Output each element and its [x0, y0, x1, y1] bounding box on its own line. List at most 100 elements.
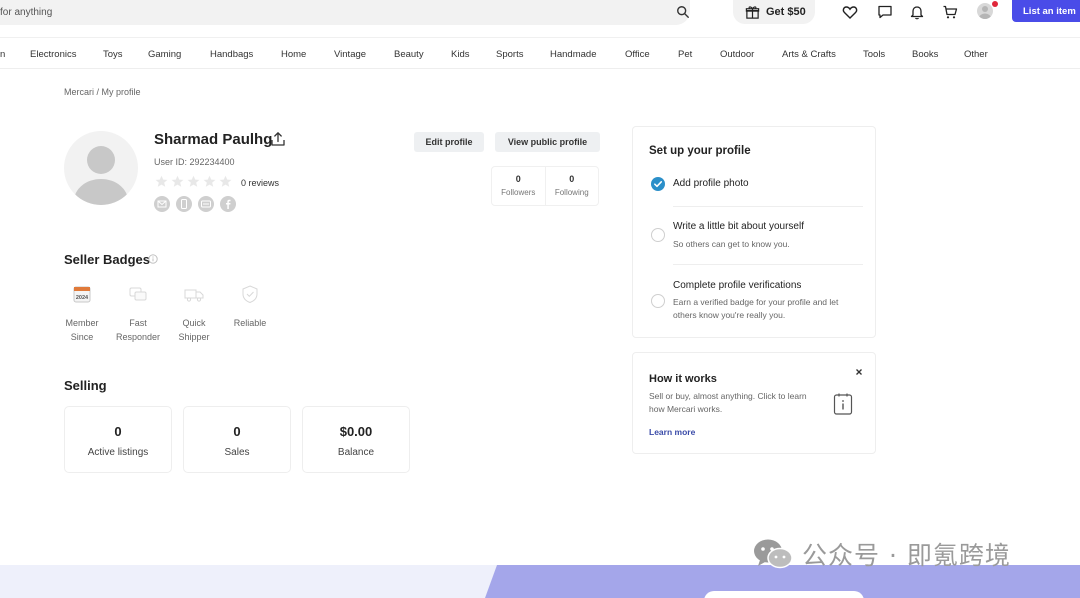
- stat-active-listings[interactable]: 0 Active listings: [64, 406, 172, 473]
- category-link[interactable]: n: [0, 49, 5, 60]
- badge-fast-responder[interactable]: Fast Responder: [110, 283, 166, 344]
- list-item-button[interactable]: List an item: [1012, 0, 1080, 22]
- category-link[interactable]: Sports: [496, 49, 523, 60]
- following-label: Following: [554, 188, 589, 197]
- facebook-verify-icon: [220, 196, 236, 212]
- category-link[interactable]: Outdoor: [720, 49, 754, 60]
- seller-badges-title: Seller Badges: [64, 252, 150, 267]
- how-desc: Sell or buy, almost anything. Click to l…: [649, 391, 807, 414]
- badge-label: Member Since: [65, 318, 99, 342]
- stat-sales[interactable]: 0 Sales: [183, 406, 291, 473]
- task-check-empty[interactable]: [651, 228, 665, 242]
- category-link[interactable]: Arts & Crafts: [782, 49, 836, 60]
- reviews-count[interactable]: 0 reviews: [241, 178, 279, 188]
- footer-pill-button[interactable]: [704, 591, 864, 598]
- badge-label: Fast Responder: [115, 318, 161, 342]
- calendar-year-text: 2024: [76, 295, 89, 301]
- user-id: User ID: 292234400: [154, 157, 235, 167]
- category-link[interactable]: Handbags: [210, 49, 253, 60]
- category-link[interactable]: Electronics: [30, 49, 76, 60]
- divider: [673, 206, 863, 207]
- badge-label: Reliable: [233, 318, 267, 328]
- category-link[interactable]: Pet: [678, 49, 692, 60]
- category-link[interactable]: Books: [912, 49, 938, 60]
- task-check-empty[interactable]: [651, 294, 665, 308]
- following-count: 0: [569, 174, 575, 184]
- email-verify-icon: [154, 196, 170, 212]
- search-icon[interactable]: [676, 5, 690, 19]
- category-link[interactable]: Kids: [451, 49, 469, 60]
- close-icon[interactable]: [854, 367, 864, 377]
- badge-member-since[interactable]: 2024 Member Since: [54, 283, 110, 344]
- category-link[interactable]: Tools: [863, 49, 885, 60]
- task-check-done: [651, 177, 665, 191]
- task-verifications[interactable]: Complete profile verifications: [673, 280, 801, 291]
- edit-profile-button[interactable]: Edit profile: [414, 132, 484, 152]
- learn-more-link[interactable]: Learn more: [649, 427, 695, 437]
- category-link[interactable]: Home: [281, 49, 306, 60]
- verification-icons: [154, 196, 236, 212]
- stat-value: $0.00: [339, 424, 373, 439]
- stat-balance[interactable]: $0.00 Balance: [302, 406, 410, 473]
- task-desc: So others can get to know you.: [673, 239, 790, 249]
- how-it-works-card: How it works Sell or buy, almost anythin…: [632, 352, 876, 454]
- promo-label: Get $50: [766, 6, 806, 18]
- category-link[interactable]: Other: [964, 49, 988, 60]
- breadcrumb[interactable]: Mercari / My profile: [64, 87, 141, 97]
- category-link[interactable]: Toys: [103, 49, 123, 60]
- category-link[interactable]: Handmade: [550, 49, 596, 60]
- category-link[interactable]: Office: [625, 49, 650, 60]
- category-link[interactable]: Vintage: [334, 49, 366, 60]
- followers-count: 0: [515, 174, 521, 184]
- avatar[interactable]: [977, 3, 993, 19]
- stat-label: Balance: [337, 447, 375, 458]
- how-title: How it works: [649, 373, 717, 385]
- wechat-icon: [754, 539, 793, 569]
- heart-icon[interactable]: [842, 4, 858, 20]
- stat-label: Active listings: [87, 447, 149, 458]
- task-desc: Earn a verified badge for your profile a…: [673, 297, 839, 320]
- info-box-icon: [833, 393, 853, 415]
- category-link[interactable]: Gaming: [148, 49, 181, 60]
- star-icon: [155, 175, 168, 187]
- gift-icon: [745, 5, 760, 19]
- cart-icon[interactable]: [942, 4, 958, 20]
- badge-quick-shipper[interactable]: Quick Shipper: [166, 283, 222, 344]
- stat-value: 0: [233, 424, 241, 439]
- check-icon: [654, 181, 663, 188]
- task-add-photo[interactable]: Add profile photo: [673, 178, 749, 189]
- category-nav: n Electronics Toys Gaming Handbags Home …: [0, 37, 1080, 69]
- follow-stats: 0 Followers 0 Following: [491, 166, 599, 206]
- top-header: Get $50 List an item: [0, 0, 1080, 34]
- view-public-profile-button[interactable]: View public profile: [495, 132, 600, 152]
- rating-stars: [155, 175, 232, 188]
- chat-bubbles-icon: [129, 287, 147, 301]
- chat-icon[interactable]: [877, 4, 893, 20]
- category-link[interactable]: Beauty: [394, 49, 424, 60]
- truck-icon: [184, 289, 204, 302]
- badge-reliable[interactable]: Reliable: [222, 283, 278, 330]
- search-input[interactable]: [0, 7, 630, 18]
- followers-label: Followers: [501, 188, 536, 197]
- task-write-about[interactable]: Write a little bit about yourself: [673, 221, 804, 232]
- shield-icon: [242, 285, 258, 304]
- selling-title: Selling: [64, 378, 107, 393]
- star-icon: [187, 175, 200, 187]
- followers-stat[interactable]: 0 Followers: [492, 167, 545, 205]
- watermark: 公众号 · 即氪跨境: [752, 536, 1011, 572]
- person-placeholder-icon: [74, 146, 128, 205]
- stat-label: Sales: [224, 447, 250, 458]
- share-icon[interactable]: [270, 131, 286, 147]
- promo-button[interactable]: Get $50: [733, 0, 815, 24]
- info-icon[interactable]: [148, 254, 158, 264]
- bell-icon[interactable]: [909, 4, 925, 20]
- calendar-icon: 2024: [73, 286, 91, 303]
- avatar-person-icon: [979, 6, 991, 19]
- profile-avatar[interactable]: [64, 131, 138, 205]
- profile-name: Sharmad Paulhg: [154, 131, 273, 148]
- phone-verify-icon: [176, 196, 192, 212]
- setup-title: Set up your profile: [649, 145, 751, 157]
- divider: [673, 264, 863, 265]
- badge-label: Quick Shipper: [178, 318, 210, 342]
- following-stat[interactable]: 0 Following: [544, 167, 599, 205]
